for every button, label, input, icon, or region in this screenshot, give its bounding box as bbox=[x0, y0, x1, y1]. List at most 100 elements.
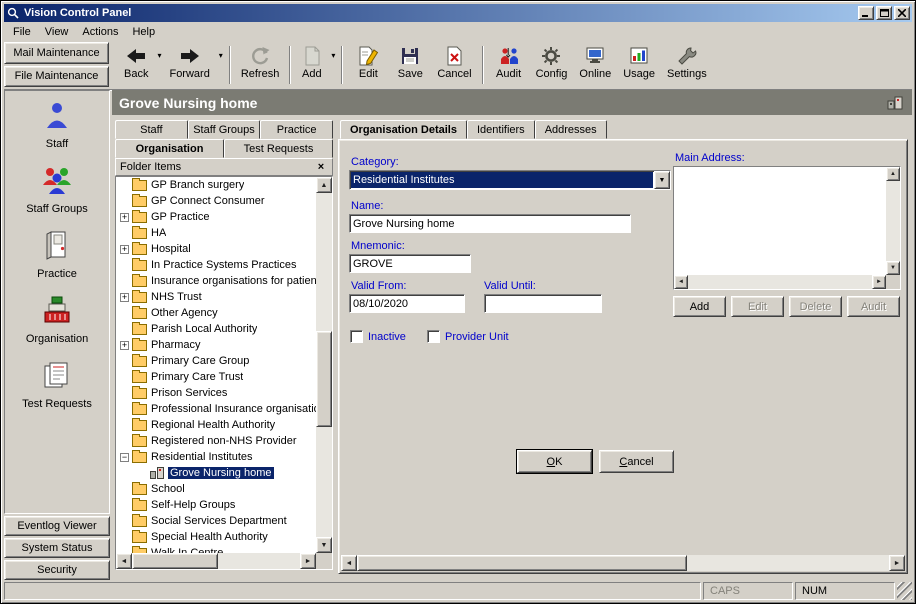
tree-item[interactable]: Self-Help Groups bbox=[116, 497, 316, 513]
scroll-right-icon[interactable]: ► bbox=[889, 555, 905, 571]
back-button[interactable]: Back ▾ bbox=[118, 43, 163, 87]
security-button[interactable]: Security bbox=[4, 560, 110, 580]
tab-organisation-details[interactable]: Organisation Details bbox=[340, 120, 467, 139]
tree-horizontal-scrollbar[interactable]: ◄ ► bbox=[116, 553, 316, 569]
cancel-button-toolbar[interactable]: Cancel bbox=[431, 43, 477, 87]
main-address-list[interactable]: ▲ ▼ ◄ ► bbox=[673, 166, 901, 290]
tree-item-selected[interactable]: Grove Nursing home bbox=[116, 465, 316, 481]
audit-button[interactable]: Audit bbox=[488, 43, 530, 87]
settings-button[interactable]: Settings bbox=[661, 43, 713, 87]
minimize-button[interactable] bbox=[858, 6, 874, 20]
file-maintenance-button[interactable]: File Maintenance bbox=[4, 66, 109, 88]
tree-item[interactable]: +NHS Trust bbox=[116, 289, 316, 305]
expand-plus-icon[interactable]: + bbox=[120, 245, 129, 254]
save-button[interactable]: Save bbox=[389, 43, 431, 87]
address-add-button[interactable]: Add bbox=[673, 296, 726, 317]
tree-item[interactable]: GP Connect Consumer bbox=[116, 193, 316, 209]
forward-button[interactable]: Forward ▾ bbox=[163, 43, 224, 87]
tree-item[interactable]: Special Health Authority bbox=[116, 529, 316, 545]
tree-item[interactable]: Insurance organisations for patien bbox=[116, 273, 316, 289]
tree-item[interactable]: Social Services Department bbox=[116, 513, 316, 529]
tree-item[interactable]: Parish Local Authority bbox=[116, 321, 316, 337]
inactive-checkbox[interactable] bbox=[350, 330, 363, 343]
valid-from-field[interactable] bbox=[349, 294, 465, 313]
system-status-button[interactable]: System Status bbox=[4, 538, 110, 558]
tab-addresses[interactable]: Addresses bbox=[535, 120, 607, 139]
tree-item[interactable]: +Pharmacy bbox=[116, 337, 316, 353]
mnemonic-field[interactable] bbox=[349, 254, 471, 273]
tree-item[interactable]: Primary Care Trust bbox=[116, 369, 316, 385]
sidebar-item-organisation[interactable]: Organisation bbox=[26, 295, 88, 345]
tree-item[interactable]: Registered non-NHS Provider bbox=[116, 433, 316, 449]
valid-until-field[interactable] bbox=[484, 294, 602, 313]
chevron-down-icon[interactable]: ▼ bbox=[654, 171, 670, 189]
scroll-left-icon[interactable]: ◄ bbox=[116, 553, 132, 569]
sidebar-item-staff[interactable]: Staff bbox=[42, 100, 72, 150]
tree-item[interactable]: HA bbox=[116, 225, 316, 241]
menu-actions[interactable]: Actions bbox=[75, 24, 125, 40]
sidebar-item-test-requests[interactable]: Test Requests bbox=[22, 360, 92, 410]
tab-staff[interactable]: Staff bbox=[115, 120, 188, 139]
scroll-track[interactable] bbox=[316, 193, 332, 537]
tree-item[interactable]: Primary Care Group bbox=[116, 353, 316, 369]
refresh-button[interactable]: Refresh bbox=[235, 43, 286, 87]
menu-view[interactable]: View bbox=[38, 24, 76, 40]
tab-test-requests[interactable]: Test Requests bbox=[224, 139, 333, 158]
tree-item[interactable]: School bbox=[116, 481, 316, 497]
collapse-minus-icon[interactable]: − bbox=[120, 453, 129, 462]
scroll-thumb[interactable] bbox=[357, 555, 687, 571]
scroll-track[interactable] bbox=[132, 553, 300, 569]
add-button[interactable]: Add ▾ bbox=[295, 43, 337, 87]
menu-help[interactable]: Help bbox=[125, 24, 162, 40]
tree-item[interactable]: +Hospital bbox=[116, 241, 316, 257]
address-vertical-scrollbar[interactable]: ▲ ▼ bbox=[886, 167, 900, 275]
scroll-right-icon[interactable]: ► bbox=[300, 553, 316, 569]
tree-item[interactable]: Regional Health Authority bbox=[116, 417, 316, 433]
name-field[interactable] bbox=[349, 214, 631, 233]
config-button[interactable]: Config bbox=[530, 43, 574, 87]
close-button[interactable] bbox=[894, 6, 910, 20]
mail-maintenance-button[interactable]: Mail Maintenance bbox=[4, 42, 109, 64]
details-horizontal-scrollbar[interactable]: ◄ ► bbox=[341, 555, 905, 571]
ok-button[interactable]: OK bbox=[517, 450, 592, 473]
scroll-up-icon[interactable]: ▲ bbox=[316, 177, 332, 193]
expand-plus-icon[interactable]: + bbox=[120, 213, 129, 222]
scroll-down-icon[interactable]: ▼ bbox=[316, 537, 332, 553]
scroll-up-icon[interactable]: ▲ bbox=[886, 167, 900, 181]
address-horizontal-scrollbar[interactable]: ◄ ► bbox=[674, 275, 886, 289]
tree-item[interactable]: Prison Services bbox=[116, 385, 316, 401]
tree-item[interactable]: Other Agency bbox=[116, 305, 316, 321]
scroll-left-icon[interactable]: ◄ bbox=[341, 555, 357, 571]
sidebar-item-practice[interactable]: Practice bbox=[37, 230, 77, 280]
menu-file[interactable]: File bbox=[6, 24, 38, 40]
tab-organisation[interactable]: Organisation bbox=[115, 139, 224, 158]
scroll-track[interactable] bbox=[357, 555, 889, 571]
expand-plus-icon[interactable]: + bbox=[120, 341, 129, 350]
forward-dropdown-icon[interactable]: ▾ bbox=[219, 51, 223, 60]
scroll-left-icon[interactable]: ◄ bbox=[674, 275, 688, 289]
scroll-thumb[interactable] bbox=[132, 553, 218, 569]
close-icon[interactable]: × bbox=[314, 161, 328, 173]
tree-item[interactable]: GP Branch surgery bbox=[116, 177, 316, 193]
edit-button[interactable]: Edit bbox=[347, 43, 389, 87]
scroll-track[interactable] bbox=[886, 181, 900, 261]
tree-item[interactable]: −Residential Institutes bbox=[116, 449, 316, 465]
sidebar-item-staff-groups[interactable]: Staff Groups bbox=[26, 165, 88, 215]
resize-grip[interactable] bbox=[897, 582, 912, 600]
scroll-right-icon[interactable]: ► bbox=[872, 275, 886, 289]
tree-vertical-scrollbar[interactable]: ▲ ▼ bbox=[316, 177, 332, 553]
scroll-track[interactable] bbox=[688, 275, 872, 289]
tab-staff-groups[interactable]: Staff Groups bbox=[188, 120, 261, 139]
scroll-down-icon[interactable]: ▼ bbox=[886, 261, 900, 275]
online-button[interactable]: Online bbox=[573, 43, 617, 87]
tree-item[interactable]: +GP Practice bbox=[116, 209, 316, 225]
category-select[interactable]: Residential Institutes ▼ bbox=[349, 170, 671, 190]
back-dropdown-icon[interactable]: ▾ bbox=[157, 51, 161, 60]
tree-item[interactable]: Professional Insurance organisatio bbox=[116, 401, 316, 417]
add-dropdown-icon[interactable]: ▾ bbox=[331, 51, 335, 60]
usage-button[interactable]: Usage bbox=[617, 43, 661, 87]
tree-item[interactable]: Walk In Centre bbox=[116, 545, 316, 553]
eventlog-viewer-button[interactable]: Eventlog Viewer bbox=[4, 516, 110, 536]
maximize-button[interactable] bbox=[876, 6, 892, 20]
expand-plus-icon[interactable]: + bbox=[120, 293, 129, 302]
